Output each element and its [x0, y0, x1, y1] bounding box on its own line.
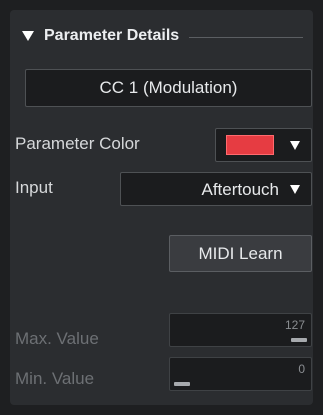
input-label: Input	[15, 178, 53, 197]
input-select[interactable]: Aftertouch	[120, 172, 312, 206]
chevron-down-icon	[290, 185, 300, 194]
midi-learn-button[interactable]: MIDI Learn	[169, 235, 312, 272]
parameter-color-select[interactable]	[215, 128, 312, 162]
color-swatch	[226, 135, 274, 155]
min-value-field[interactable]: 0	[169, 357, 312, 391]
parameter-color-label: Parameter Color	[15, 134, 140, 153]
chevron-down-icon	[290, 141, 300, 150]
parameter-assignment-button[interactable]: CC 1 (Modulation)	[25, 69, 312, 107]
max-value-slider-handle[interactable]	[291, 338, 307, 342]
section-header[interactable]: Parameter Details	[22, 25, 303, 47]
min-value-slider-handle[interactable]	[174, 382, 190, 386]
max-value-text: 127	[284, 318, 305, 332]
collapse-triangle-icon[interactable]	[22, 31, 34, 41]
min-value-text: 0	[298, 362, 305, 376]
section-title: Parameter Details	[44, 27, 180, 44]
parameter-details-panel: Parameter Details CC 1 (Modulation) Para…	[10, 10, 313, 405]
min-value-label: Min. Value	[15, 369, 95, 388]
max-value-field[interactable]: 127	[169, 313, 312, 347]
max-value-label: Max. Value	[15, 329, 99, 348]
input-value: Aftertouch	[201, 180, 280, 199]
header-divider	[189, 36, 303, 38]
